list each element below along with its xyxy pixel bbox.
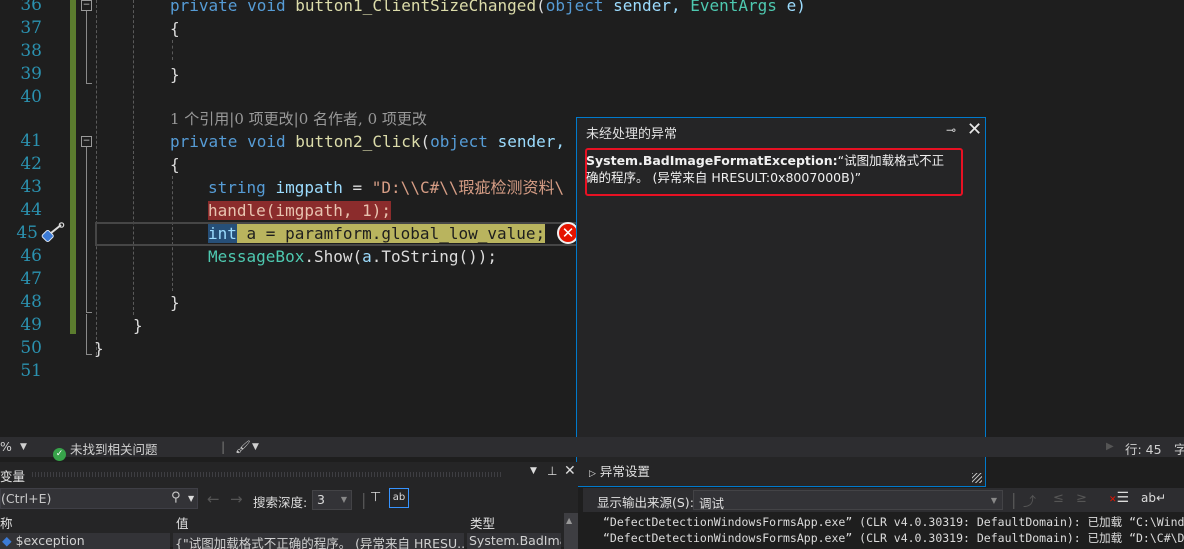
collapse-icon[interactable]: − [81,0,92,11]
search-depth-label: 搜索深度: [253,495,308,510]
line-number: 47 [20,269,42,289]
resize-grip-icon[interactable] [972,473,982,483]
exception-settings-toggle[interactable]: ▷ 异常设置 [589,461,650,480]
filter-pin-icon[interactable]: ⊤ [370,490,381,505]
column-header-value[interactable]: 值 [173,513,464,533]
word-wrap-icon[interactable]: ab↵ [1141,491,1166,505]
line-number: 38 [20,41,42,61]
previous-message-icon[interactable]: ≤ [1053,491,1064,506]
cleanup-dropdown-icon[interactable]: ▼ [252,442,259,452]
output-source-select[interactable]: 调试 ▼ [693,490,1003,511]
panel-menu-dropdown-icon[interactable]: ▼ [530,466,537,476]
forward-arrow-icon[interactable]: → [230,490,243,508]
exception-message: System.BadImageFormatException:“试图加载格式不正… [586,152,956,186]
zoom-dropdown-icon[interactable]: ▼ [20,442,27,452]
code-line-37: { [170,19,180,38]
fold-guide-end [86,354,92,355]
line-number: 41 [20,131,42,151]
locals-panel-title: 变量 [0,469,26,484]
search-depth-select[interactable]: 3 ▼ [312,490,352,510]
line-number: 43 [20,177,42,197]
search-options-dropdown-icon[interactable]: ▼ [188,494,194,503]
separator: | [361,490,367,509]
exception-icon: ◆ [2,533,12,548]
locals-panel: 变量 ▼ ⊥ ✕ (Ctrl+E) ⚲ ▼ ← → 搜索深度: 3 ▼ | ⊤ ab… [0,462,578,549]
goto-source-icon[interactable]: ⤴ [1023,491,1036,510]
output-toolbar: 显示输出来源(S): 调试 ▼ | ⤴ ≤ ≥ ✕☰ ab↵ [583,488,1184,512]
check-circle-icon: ✓ [53,448,66,461]
code-line-41: private void button2_Click(object sender… [170,132,584,151]
separator: | [221,439,226,454]
code-line-43: string imgpath = "D:\\C#\\瑕疵检测资料\ [208,178,565,197]
column-indicator: 字 [1174,442,1184,457]
codelens-references[interactable]: 1 个引用|0 项更改|0 名作者, 0 项更改 [170,108,427,131]
line-number: 49 [20,315,42,335]
hex-display-toggle-icon[interactable]: ab [389,488,409,508]
clear-all-icon[interactable]: ✕☰ [1109,490,1129,506]
change-tracking-bar [70,0,76,334]
line-number: 40 [20,87,42,107]
editor-status-strip: % ▼ ✓ 未找到相关问题 | 🖌 ▼ ▶ 行: 45 字 [0,437,1184,461]
exception-helper-popup: 未经处理的异常 ⊸ ✕ System.BadImageFormatExcepti… [576,117,986,487]
code-line-50: } [94,339,104,358]
code-line-49: } [133,316,143,335]
scroll-right-icon[interactable]: ▶ [1106,441,1114,452]
line-number: 42 [20,154,42,174]
output-source-label: 显示输出来源(S): [597,495,694,510]
pin-icon[interactable]: ⊸ [946,123,956,137]
scroll-up-icon[interactable]: ▲ [566,516,572,525]
line-number: 44 [20,200,42,220]
code-line-36: private void button1_ClientSizeChanged(o… [170,0,806,15]
zoom-level[interactable]: % [0,439,12,454]
line-number: 39 [20,64,42,84]
panel-drag-handle[interactable] [32,472,502,477]
indent-guide [172,40,173,60]
fold-guide [86,147,87,312]
line-number: 45 [16,223,38,243]
code-cleanup-brush-icon[interactable]: 🖌 [235,439,251,455]
output-line: “DefectDetectionWindowsFormsApp.exe” (CL… [603,531,1184,545]
fold-guide-end [86,312,92,313]
code-line-39: } [170,65,180,84]
column-header-type[interactable]: 类型 [467,513,561,533]
fold-guide-end [86,83,92,84]
line-number: 37 [20,18,42,38]
line-number: 46 [20,246,42,266]
exception-popup-title: 未经处理的异常 [586,127,678,142]
column-header-name[interactable]: 称 [0,513,170,533]
line-indicator: 行: 45 [1125,442,1162,457]
chevron-down-icon: ▼ [990,496,997,505]
fold-guide [86,11,87,83]
quick-actions-screwdriver-icon[interactable] [40,222,66,244]
back-arrow-icon[interactable]: ← [207,490,220,508]
indent-guide [96,0,97,355]
output-panel: 显示输出来源(S): 调试 ▼ | ⤴ ≤ ≥ ✕☰ ab↵ “DefectDet… [583,488,1184,547]
expand-triangle-icon: ▷ [589,469,596,479]
code-line-44-error-highlight: handle(imgpath, 1); [208,201,392,220]
next-message-icon[interactable]: ≥ [1076,491,1087,506]
close-icon[interactable]: ✕ [967,119,982,140]
code-line-48: } [170,293,180,312]
issues-indicator[interactable]: ✓ 未找到相关问题 [53,439,158,461]
search-icon[interactable]: ⚲ [171,490,181,505]
indent-guide [133,0,134,315]
code-line-45-current-statement: int a = paramform.global_low_value; [208,224,546,243]
code-line-42: { [170,155,180,174]
search-input[interactable]: (Ctrl+E) ⚲ [0,488,198,509]
pin-icon[interactable]: ⊥ [547,464,557,478]
line-number: 50 [20,338,42,358]
scrollbar[interactable]: ▲ [564,513,578,549]
code-line-46: MessageBox.Show(a.ToString()); [208,247,497,266]
line-number: 51 [20,361,42,381]
line-number: 36 [20,0,42,15]
close-icon[interactable]: ✕ [564,463,576,479]
fold-guide [86,314,87,354]
line-number: 48 [20,292,42,312]
chevron-down-icon: ▼ [340,495,347,504]
exception-type: System.BadImageFormatException: [586,153,838,168]
separator: | [1011,490,1017,509]
collapse-icon[interactable]: − [81,136,92,147]
output-line: “DefectDetectionWindowsFormsApp.exe” (CL… [603,515,1184,529]
